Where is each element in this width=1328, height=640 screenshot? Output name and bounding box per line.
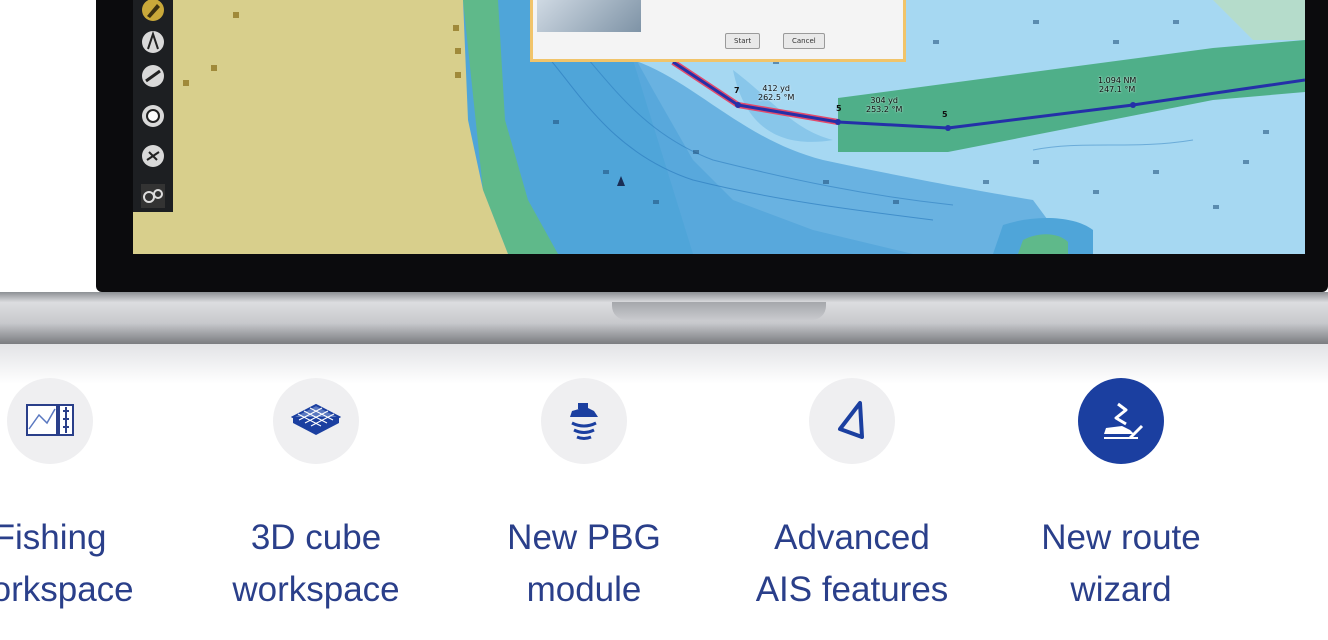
route-waypoint-3 [945,125,951,131]
route-waypoint-1 [735,102,741,108]
dialog-preview-image [537,0,641,32]
gears-icon[interactable] [137,180,169,212]
satellite-icon[interactable] [137,140,169,172]
compass-icon[interactable] [137,26,169,58]
route-wizard-icon [1078,378,1164,464]
target-icon[interactable] [137,100,169,132]
laptop-opening-notch [612,302,826,320]
start-button[interactable]: Start [725,33,761,49]
waypoint-label-1: 7 [734,86,740,95]
waypoint-label-3: 5 [942,110,948,119]
cube-icon [273,378,359,464]
fishing-workspace-icon [7,378,93,464]
measure-icon[interactable] [137,60,169,92]
route-leg-label-1: 412 yd 262.5 °M [758,84,795,102]
route-leg-label-2: 304 yd 253.2 °M [866,96,903,114]
feature-label: New PBG module [507,518,661,609]
route-waypoint-4 [1130,102,1136,108]
land-area [133,0,508,254]
ais-triangle-icon [809,378,895,464]
feature-label: 3D cube workspace [232,518,400,609]
cancel-button[interactable]: Cancel [783,33,825,49]
route-waypoint-2 [835,119,841,125]
chart-toolbar [133,0,173,212]
pencil-icon[interactable] [137,0,169,26]
feature-label: Advanced AIS features [755,518,949,609]
route-leg-label-3: 1.094 NM 247.1 °M [1098,76,1137,94]
route-dialog: Start Cancel [530,0,906,62]
feature-label: Fishing workspace [0,518,134,609]
sonar-boat-icon [541,378,627,464]
feature-label: New route wizard [1041,518,1201,609]
waypoint-label-2: 5 [836,104,842,113]
